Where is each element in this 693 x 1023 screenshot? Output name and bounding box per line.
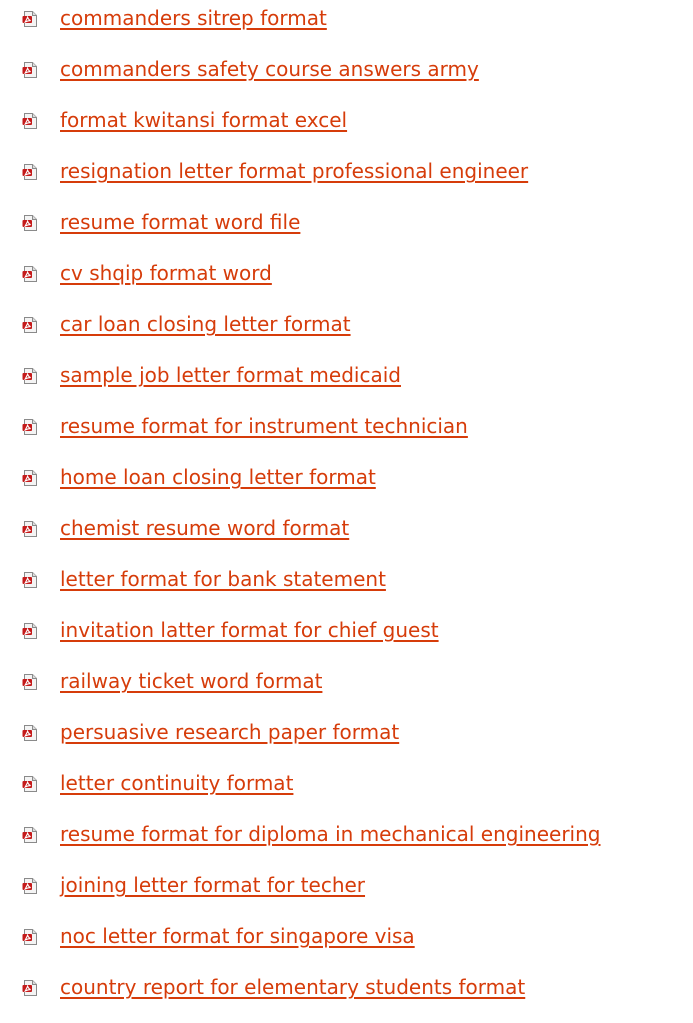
pdf-file-icon	[22, 470, 38, 486]
list-item: cv shqip format word	[0, 255, 693, 306]
list-item: noc letter format for singapore visa	[0, 918, 693, 969]
list-item: format kwitansi format excel	[0, 102, 693, 153]
document-link[interactable]: format kwitansi format excel	[60, 105, 347, 135]
pdf-file-icon	[22, 827, 38, 843]
document-link[interactable]: car loan closing letter format	[60, 309, 351, 339]
document-link[interactable]: commanders sitrep format	[60, 3, 327, 33]
pdf-file-icon	[22, 776, 38, 792]
pdf-file-icon	[22, 317, 38, 333]
document-link-list: commanders sitrep format commanders safet…	[0, 0, 693, 1020]
document-link[interactable]: chemist resume word format	[60, 513, 349, 543]
list-item: car loan closing letter format	[0, 306, 693, 357]
document-link[interactable]: letter continuity format	[60, 768, 293, 798]
pdf-file-icon	[22, 674, 38, 690]
pdf-file-icon	[22, 368, 38, 384]
pdf-file-icon	[22, 878, 38, 894]
document-link[interactable]: commanders safety course answers army	[60, 54, 479, 84]
list-item: home loan closing letter format	[0, 459, 693, 510]
list-item: chemist resume word format	[0, 510, 693, 561]
document-link[interactable]: sample job letter format medicaid	[60, 360, 401, 390]
document-link[interactable]: home loan closing letter format	[60, 462, 376, 492]
list-item: letter continuity format	[0, 765, 693, 816]
document-link[interactable]: cv shqip format word	[60, 258, 272, 288]
document-link[interactable]: letter format for bank statement	[60, 564, 386, 594]
document-link[interactable]: invitation latter format for chief guest	[60, 615, 439, 645]
list-item: country report for elementary students f…	[0, 969, 693, 1020]
list-item: commanders sitrep format	[0, 0, 693, 51]
pdf-file-icon	[22, 11, 38, 27]
list-item: resume format word file	[0, 204, 693, 255]
list-item: letter format for bank statement	[0, 561, 693, 612]
document-link[interactable]: noc letter format for singapore visa	[60, 921, 415, 951]
document-link[interactable]: resume format for instrument technician	[60, 411, 468, 441]
list-item: commanders safety course answers army	[0, 51, 693, 102]
document-link[interactable]: resignation letter format professional e…	[60, 156, 528, 186]
document-link[interactable]: joining letter format for techer	[60, 870, 365, 900]
pdf-file-icon	[22, 113, 38, 129]
list-item: joining letter format for techer	[0, 867, 693, 918]
list-item: resignation letter format professional e…	[0, 153, 693, 204]
pdf-file-icon	[22, 725, 38, 741]
pdf-file-icon	[22, 266, 38, 282]
document-link[interactable]: persuasive research paper format	[60, 717, 399, 747]
document-link[interactable]: country report for elementary students f…	[60, 972, 525, 1002]
list-item: railway ticket word format	[0, 663, 693, 714]
list-item: sample job letter format medicaid	[0, 357, 693, 408]
document-link[interactable]: resume format for diploma in mechanical …	[60, 819, 600, 849]
list-item: persuasive research paper format	[0, 714, 693, 765]
document-link[interactable]: railway ticket word format	[60, 666, 322, 696]
list-item: invitation latter format for chief guest	[0, 612, 693, 663]
pdf-file-icon	[22, 419, 38, 435]
document-link[interactable]: resume format word file	[60, 207, 300, 237]
pdf-file-icon	[22, 215, 38, 231]
pdf-file-icon	[22, 521, 38, 537]
list-item: resume format for instrument technician	[0, 408, 693, 459]
pdf-file-icon	[22, 62, 38, 78]
list-item: resume format for diploma in mechanical …	[0, 816, 693, 867]
pdf-file-icon	[22, 929, 38, 945]
pdf-file-icon	[22, 572, 38, 588]
pdf-file-icon	[22, 980, 38, 996]
pdf-file-icon	[22, 164, 38, 180]
pdf-file-icon	[22, 623, 38, 639]
